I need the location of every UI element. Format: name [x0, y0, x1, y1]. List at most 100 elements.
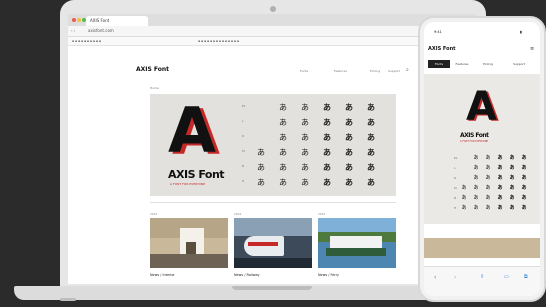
glyph-sample: あ	[485, 165, 491, 171]
glyph-sample: あ	[509, 165, 515, 171]
news-meta: 2019	[318, 212, 326, 216]
glyph-sample: あ	[323, 148, 331, 157]
forward-icon[interactable]: ›	[454, 274, 456, 281]
browser-tab[interactable]: AXIS Font	[86, 16, 148, 26]
phone-tab-pricing[interactable]: Pricing	[478, 62, 498, 66]
menu-icon[interactable]: ≡	[530, 46, 534, 52]
news-image-ferry[interactable]	[318, 218, 396, 268]
glyph-sample: あ	[323, 118, 331, 127]
bookmark-item[interactable]: ▪ ▪ ▪ ▪ ▪ ▪ ▪ ▪ ▪ ▪ ▪ ▪ ▪ ▪	[198, 39, 239, 43]
back-icon[interactable]: ‹ ›	[71, 28, 75, 33]
glyph-sample: あ	[345, 163, 353, 172]
glyph-sample: あ	[367, 103, 375, 112]
glyph-sample: あ	[279, 133, 287, 142]
phone-tagline: A FONT FOR EVERYONE	[460, 140, 489, 143]
glyph-sample: あ	[367, 163, 375, 172]
glyph-sample: あ	[323, 133, 331, 142]
news-caption[interactable]: News / Interior	[150, 273, 228, 277]
glyph-sample: あ	[279, 163, 287, 172]
search-icon[interactable]: ⌕	[406, 67, 409, 73]
close-window-icon[interactable]	[72, 18, 76, 22]
weight-label: B	[242, 164, 245, 168]
minimize-window-icon[interactable]	[77, 18, 81, 22]
weight-label: L	[454, 166, 456, 170]
share-icon[interactable]: ⇪	[480, 274, 484, 280]
bookmark-item[interactable]: ▪ ▪ ▪ ▪ ▪ ▪ ▪ ▪ ▪ ▪	[72, 39, 101, 43]
glyph-sample: あ	[497, 155, 503, 161]
phone-logo-letter: A	[466, 84, 497, 130]
glyph-sample: あ	[497, 165, 503, 171]
glyph-sample: あ	[301, 118, 309, 127]
site-logo[interactable]: AXIS Font	[136, 66, 169, 73]
glyph-sample: あ	[345, 103, 353, 112]
phone-tab-support[interactable]: Support	[504, 62, 534, 66]
bookmarks-bar	[68, 37, 476, 46]
news-meta: 2019	[234, 212, 242, 216]
weight-specimen-grid: EL あああああ L あああああ R あああああ M ああああああ B ああああああ H ああああああ	[242, 102, 392, 192]
weight-label: M	[242, 149, 245, 153]
glyph-sample: あ	[509, 175, 515, 181]
weight-label: L	[242, 119, 244, 123]
news-caption[interactable]: News / Ferry	[318, 273, 396, 277]
glyph-sample: あ	[509, 205, 515, 211]
back-icon[interactable]: ‹	[434, 274, 436, 281]
news-image-interior[interactable]	[150, 218, 228, 268]
glyph-sample: あ	[323, 103, 331, 112]
tabs-icon[interactable]: ⧉	[524, 274, 528, 280]
nav-features[interactable]: Features	[334, 69, 347, 73]
glyph-sample: あ	[521, 195, 527, 201]
glyph-sample: あ	[367, 148, 375, 157]
weight-label: EL	[454, 156, 458, 160]
bookmarks-icon[interactable]: ▭	[504, 274, 509, 280]
phone-logo[interactable]: AXIS Font	[428, 46, 456, 52]
glyph-sample: あ	[301, 178, 309, 187]
glyph-sample: あ	[323, 163, 331, 172]
glyph-sample: あ	[497, 175, 503, 181]
glyph-sample: あ	[509, 195, 515, 201]
glyph-sample: あ	[301, 133, 309, 142]
address-bar[interactable]	[68, 26, 476, 37]
glyph-sample: あ	[301, 103, 309, 112]
glyph-sample: あ	[461, 185, 467, 191]
glyph-sample: あ	[473, 175, 479, 181]
glyph-sample: あ	[279, 103, 287, 112]
glyph-sample: あ	[509, 155, 515, 161]
glyph-sample: あ	[279, 148, 287, 157]
glyph-sample: あ	[257, 178, 265, 187]
laptop-foot	[60, 298, 76, 301]
url-text[interactable]: axisfont.com	[88, 28, 114, 33]
hero-tagline: A FONT FOR EVERYONE	[170, 182, 206, 186]
glyph-sample: あ	[485, 175, 491, 181]
glyph-sample: あ	[473, 205, 479, 211]
phone-tab-features[interactable]: Features	[452, 62, 472, 66]
phone-hero: A A AXIS Font A FONT FOR EVERYONE EL ああああ…	[424, 74, 540, 224]
status-time: 9:41	[434, 30, 442, 34]
breadcrumb[interactable]: Home	[150, 86, 159, 90]
weight-label: R	[242, 134, 245, 138]
weight-label: H	[454, 206, 457, 210]
glyph-sample: あ	[473, 195, 479, 201]
nav-pricing[interactable]: Pricing	[370, 69, 380, 73]
news-image-railway[interactable]	[234, 218, 312, 268]
safari-toolbar	[424, 266, 540, 296]
glyph-sample: あ	[521, 165, 527, 171]
phone-tab-fonts[interactable]: Fonts	[428, 60, 450, 68]
glyph-sample: あ	[473, 165, 479, 171]
phone-screen: 9:41 ▮ AXIS Font ≡ Fonts Features Pricin…	[424, 22, 540, 296]
news-caption[interactable]: News / Railway	[234, 273, 312, 277]
glyph-sample: あ	[345, 148, 353, 157]
glyph-sample: あ	[509, 185, 515, 191]
weight-label: M	[454, 186, 457, 190]
nav-support[interactable]: Support	[388, 69, 400, 73]
glyph-sample: あ	[257, 148, 265, 157]
glyph-sample: あ	[521, 175, 527, 181]
glyph-sample: あ	[257, 163, 265, 172]
camera-icon	[270, 6, 276, 12]
glyph-sample: あ	[345, 178, 353, 187]
glyph-sample: あ	[521, 155, 527, 161]
battery-icon: ▮	[520, 30, 522, 34]
nav-fonts[interactable]: Fonts	[300, 69, 308, 73]
glyph-sample: あ	[279, 178, 287, 187]
phone-news-image[interactable]	[424, 238, 540, 258]
glyph-sample: あ	[485, 195, 491, 201]
